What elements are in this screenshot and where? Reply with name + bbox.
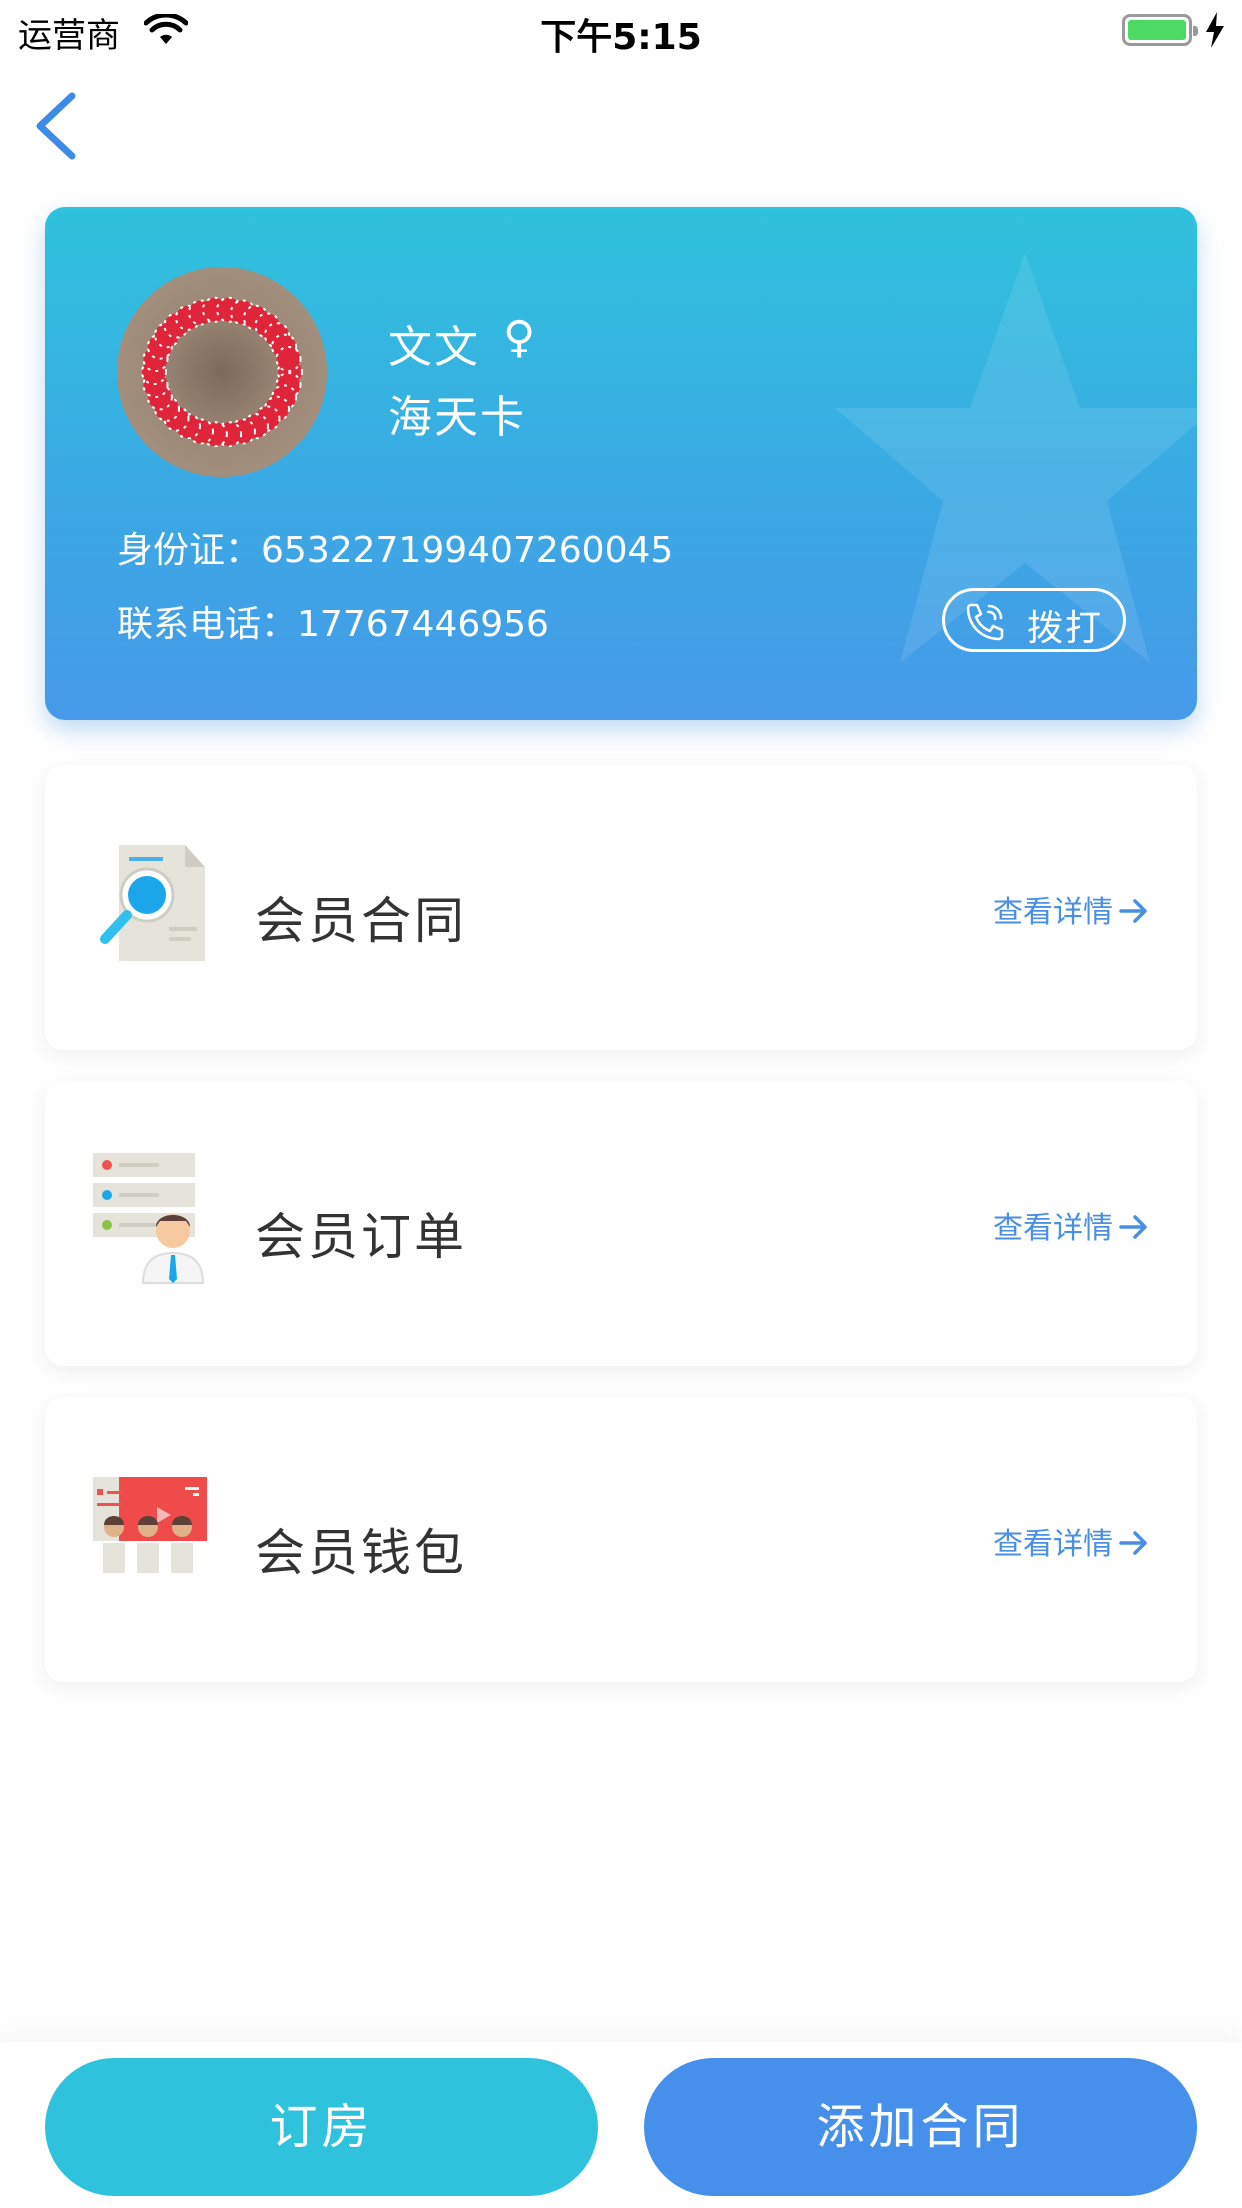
avatar-bead <box>275 346 302 372</box>
phone-label: 联系电话： <box>117 604 298 645</box>
dial-button[interactable]: 拨打 <box>942 588 1126 652</box>
phone-number: 17767446956 <box>297 604 549 645</box>
contract-detail-label: 查看详情 <box>993 895 1113 930</box>
status-bar: 运营商 下午5:15 <box>0 0 1242 60</box>
arrow-right-icon <box>1119 899 1147 923</box>
contract-detail-link[interactable]: 查看详情 <box>993 887 1151 931</box>
order-title: 会员订单 <box>255 1208 467 1266</box>
chevron-left-icon <box>36 92 76 160</box>
member-card: 文文 ♀ 海天卡 身份证：653227199407260045 联系电话：177… <box>45 207 1197 720</box>
charging-bolt-icon <box>1206 12 1224 48</box>
id-number: 653227199407260045 <box>261 530 674 571</box>
member-contract-card[interactable]: 会员合同 查看详情 <box>45 765 1197 1050</box>
wallet-title: 会员钱包 <box>255 1524 467 1582</box>
id-label: 身份证： <box>117 530 262 571</box>
wallet-group-icon <box>93 1477 207 1573</box>
order-detail-link[interactable]: 查看详情 <box>993 1203 1151 1247</box>
contract-title: 会员合同 <box>255 892 467 950</box>
add-contract-button[interactable]: 添加合同 <box>644 2058 1197 2196</box>
wallet-detail-label: 查看详情 <box>993 1527 1113 1562</box>
id-number-line: 身份证：653227199407260045 <box>117 521 673 573</box>
member-order-card[interactable]: 会员订单 查看详情 <box>45 1081 1197 1366</box>
female-icon: ♀ <box>503 312 536 363</box>
arrow-right-icon <box>1119 1215 1147 1239</box>
member-name: 文文 <box>388 322 480 373</box>
book-room-button[interactable]: 订房 <box>45 2058 598 2196</box>
dial-label: 拨打 <box>1027 608 1104 649</box>
bottom-action-bar: 订房 添加合同 <box>0 2042 1242 2208</box>
contract-search-icon <box>100 845 205 961</box>
back-button[interactable] <box>26 86 86 166</box>
order-list-person-icon <box>93 1153 205 1284</box>
arrow-right-icon <box>1119 1531 1147 1555</box>
battery-icon <box>1122 14 1198 46</box>
status-time: 下午5:15 <box>540 17 702 58</box>
phone-icon <box>966 603 1004 641</box>
card-type: 海天卡 <box>388 392 526 443</box>
phone-line: 联系电话：17767446956 <box>117 595 549 647</box>
member-wallet-card[interactable]: 会员钱包 查看详情 <box>45 1397 1197 1682</box>
order-detail-label: 查看详情 <box>993 1211 1113 1246</box>
avatar <box>117 267 327 477</box>
wallet-detail-link[interactable]: 查看详情 <box>993 1519 1151 1563</box>
